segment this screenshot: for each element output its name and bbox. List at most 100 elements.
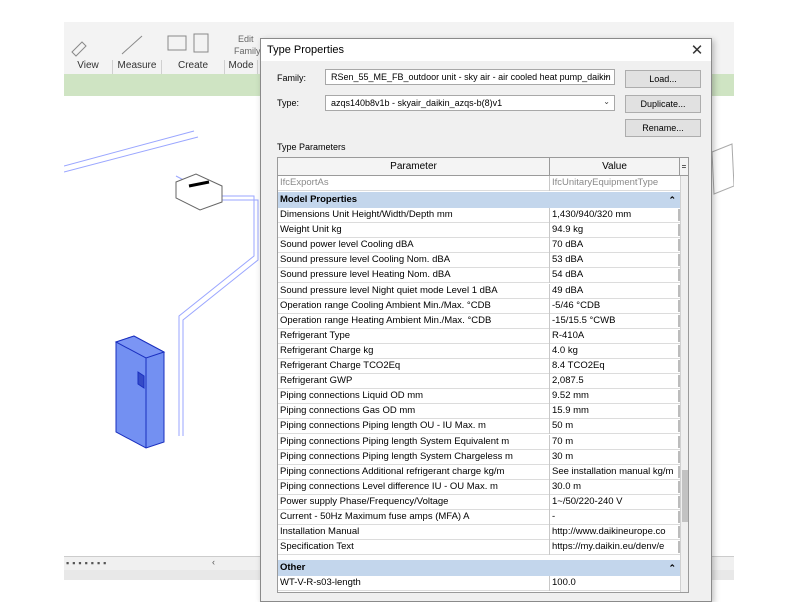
type-label: Type: xyxy=(277,98,300,108)
parameter-value[interactable]: 53 dBA xyxy=(552,253,678,267)
parameter-name: Refrigerant Type xyxy=(280,329,351,341)
view-cube xyxy=(711,143,735,195)
parameter-value[interactable]: 1~/50/220-240 V xyxy=(552,495,678,509)
parameter-name: Operation range Cooling Ambient Min./Max… xyxy=(280,299,491,311)
parameter-value[interactable]: 50 m xyxy=(552,419,678,433)
parameter-value[interactable]: https://my.daikin.eu/denv/e xyxy=(552,540,678,554)
panel-view[interactable]: View xyxy=(64,60,113,74)
parameter-value[interactable]: - xyxy=(552,510,678,524)
parameter-value[interactable]: http://www.daikineurope.co xyxy=(552,525,678,539)
type-dropdown[interactable]: azqs140b8v1b - skyair_daikin_azqs-b(8)v1… xyxy=(325,95,615,111)
panel-mode[interactable]: Mode xyxy=(225,60,258,74)
table-row[interactable]: Current - 50Hz Maximum fuse amps (MFA) A… xyxy=(278,510,680,525)
edit-family-label-2[interactable]: Family xyxy=(234,46,261,56)
pen-icon xyxy=(71,41,87,57)
parameter-value[interactable]: 15.9 mm xyxy=(552,404,678,418)
parameter-name: Refrigerant GWP xyxy=(280,375,353,387)
collapse-icon[interactable]: ⌃ xyxy=(668,192,676,208)
parameter-value[interactable]: See installation manual kg/m xyxy=(552,465,678,479)
column-header-value[interactable]: Value xyxy=(550,158,680,176)
family-dropdown[interactable]: RSen_55_ME_FB_outdoor unit - sky air - a… xyxy=(325,69,615,85)
table-row[interactable]: Installation Manual http://www.daikineuro… xyxy=(278,525,680,541)
parameter-name: Piping connections Level difference IU -… xyxy=(280,480,498,492)
pipe-line xyxy=(175,175,259,436)
panel-create[interactable]: Create xyxy=(162,60,225,74)
component-icon xyxy=(167,35,187,51)
table-row[interactable]: Piping connections Gas OD mm 15.9 mm xyxy=(278,404,680,420)
parameter-value[interactable]: R-410A xyxy=(552,329,678,343)
duplicate-button[interactable]: Duplicate... xyxy=(625,95,701,113)
parameter-value[interactable]: 70 dBA xyxy=(552,238,678,252)
family-label: Family: xyxy=(277,73,306,83)
equals-icon[interactable]: = xyxy=(680,158,688,176)
group-header-other[interactable]: Other ⌃ xyxy=(278,560,680,576)
rename-button[interactable]: Rename... xyxy=(625,119,701,137)
scroll-left-icon[interactable]: ‹ xyxy=(212,557,215,567)
family-value: RSen_55_ME_FB_outdoor unit - sky air - a… xyxy=(331,72,611,82)
parameter-value[interactable]: 70 m xyxy=(552,435,678,449)
parameter-name: IfcExportAs xyxy=(280,177,329,188)
parameter-value: IfcUnitaryEquipmentType xyxy=(552,177,659,188)
parameter-value[interactable]: 30 m xyxy=(552,450,678,464)
table-row[interactable]: Piping connections Level difference IU -… xyxy=(278,479,680,495)
type-value: azqs140b8v1b - skyair_daikin_azqs-b(8)v1 xyxy=(331,98,503,108)
group-title: Model Properties xyxy=(280,194,358,205)
parameter-name: Sound power level Cooling dBA xyxy=(280,239,414,251)
table-row[interactable]: Refrigerant Charge kg 4.0 kg xyxy=(278,343,680,359)
parameter-name: Power supply Phase/Frequency/Voltage xyxy=(280,495,449,507)
table-row[interactable]: Sound power level Cooling dBA 70 dBA xyxy=(278,238,680,254)
parameter-value[interactable]: 4.0 kg xyxy=(552,344,678,358)
group-header-model-properties[interactable]: Model Properties ⌃ xyxy=(278,192,680,208)
load-button[interactable]: Load... xyxy=(625,70,701,88)
parameter-name: Dimensions Unit Height/Width/Depth mm xyxy=(280,209,453,220)
parameter-name: Sound pressure level Cooling Nom. dBA xyxy=(280,254,451,266)
table-row[interactable]: Piping connections Additional refrigeran… xyxy=(278,464,680,480)
table-row[interactable]: IfcExportAs IfcUnitaryEquipmentType xyxy=(278,176,680,191)
column-header-parameter[interactable]: Parameter xyxy=(278,158,550,176)
parameter-value[interactable]: 1,430/940/320 mm xyxy=(552,208,678,222)
table-row[interactable]: Refrigerant Charge TCO2Eq 8.4 TCO2Eq xyxy=(278,359,680,374)
table-row[interactable]: Operation range Cooling Ambient Min./Max… xyxy=(278,298,680,314)
vertical-scrollbar[interactable] xyxy=(680,176,688,592)
close-icon[interactable]: ✕ xyxy=(689,41,705,59)
table-row[interactable]: Piping connections Piping length System … xyxy=(278,449,680,465)
table-row[interactable]: Weight Unit kg 94.9 kg xyxy=(278,223,680,239)
table-row[interactable]: Piping connections Liquid OD mm 9.52 mm xyxy=(278,389,680,405)
parameter-value[interactable]: 9.52 mm xyxy=(552,389,678,403)
chevron-down-icon: ⌄ xyxy=(603,71,610,80)
panel-measure[interactable]: Measure xyxy=(113,60,162,74)
table-row[interactable]: Refrigerant GWP 2,087.5 xyxy=(278,374,680,390)
parameter-value[interactable]: 30.0 m xyxy=(552,480,678,494)
dialog-title-bar[interactable]: Type Properties ✕ xyxy=(261,39,711,61)
table-row[interactable]: Specification Text https://my.daikin.eu/d… xyxy=(278,540,680,556)
table-row[interactable]: Refrigerant Type R-410A xyxy=(278,328,680,344)
scrollbar-thumb[interactable] xyxy=(682,470,688,522)
collapse-icon[interactable]: ⌃ xyxy=(668,560,676,576)
parameter-value[interactable]: 54 dBA xyxy=(552,268,678,282)
parameter-name: Current - 50Hz Maximum fuse amps (MFA) A xyxy=(280,511,470,522)
parameter-name: Piping connections Gas OD mm xyxy=(280,405,416,417)
parameter-value[interactable]: 94.9 kg xyxy=(552,223,678,237)
table-row[interactable]: WT-V-R-s03-length 100.0 xyxy=(278,576,680,591)
table-row[interactable]: Sound pressure level Heating Nom. dBA 54 … xyxy=(278,268,680,284)
parameter-name: Sound pressure level Heating Nom. dBA xyxy=(280,269,451,281)
table-row[interactable]: Sound pressure level Cooling Nom. dBA 53 … xyxy=(278,253,680,269)
edit-family-label[interactable]: Edit xyxy=(238,34,254,44)
table-row[interactable]: Piping connections Piping length OU - IU… xyxy=(278,419,680,435)
parameter-name: WT-V-R-s03-length xyxy=(280,577,361,588)
table-row[interactable]: Sound pressure level Night quiet mode Le… xyxy=(278,283,680,299)
parameter-name: Refrigerant Charge TCO2Eq xyxy=(280,360,401,371)
parameter-value[interactable]: -15/15.5 °CWB xyxy=(552,314,678,328)
parameter-value[interactable]: -5/46 °CDB xyxy=(552,299,678,313)
parameter-value[interactable]: 49 dBA xyxy=(552,284,678,298)
table-row[interactable]: Power supply Phase/Frequency/Voltage 1~/5… xyxy=(278,494,680,510)
model-group-icon xyxy=(193,33,209,53)
view-controls-icon[interactable]: ▪▪▪▪▪▪▪ xyxy=(66,558,109,568)
table-row[interactable]: Operation range Heating Ambient Min./Max… xyxy=(278,313,680,329)
parameter-value[interactable]: 2,087.5 xyxy=(552,374,678,388)
parameter-value[interactable]: 8.4 TCO2Eq xyxy=(552,359,678,373)
parameter-name: Refrigerant Charge kg xyxy=(280,344,374,356)
table-row[interactable]: Dimensions Unit Height/Width/Depth mm 1,4… xyxy=(278,208,680,223)
table-row[interactable]: Piping connections Piping length System … xyxy=(278,434,680,450)
dialog-title: Type Properties xyxy=(267,44,345,56)
